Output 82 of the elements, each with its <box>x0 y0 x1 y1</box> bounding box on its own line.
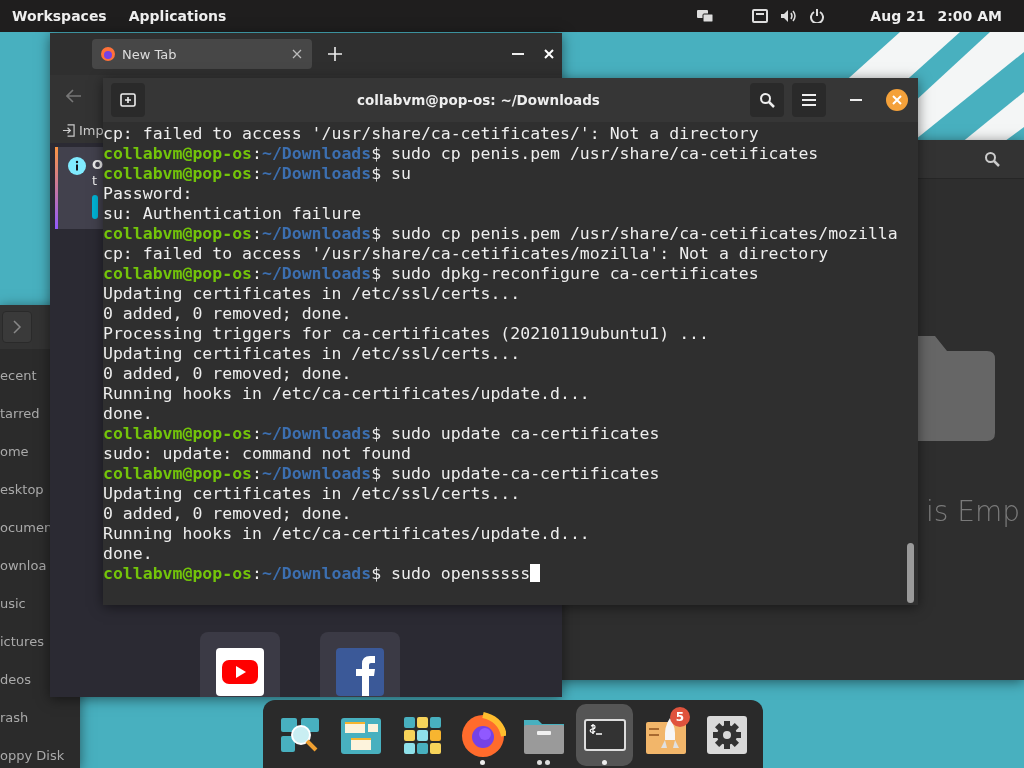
terminal-line: Processing triggers for ca-certificates (20210119ubuntu1) ... <box>103 324 709 344</box>
terminal-line: done. <box>103 404 153 424</box>
terminal-line: collabvm@pop-os:~/Downloads$ sudo dpkg-reconfigure ca-certificates <box>103 264 759 284</box>
close-icon[interactable] <box>544 49 554 59</box>
new-tab-button[interactable] <box>111 83 145 117</box>
search-button[interactable] <box>750 83 784 117</box>
sidebar-item[interactable]: ecent <box>0 365 37 387</box>
chevron-right-icon <box>12 320 22 334</box>
dock-item[interactable] <box>576 704 633 766</box>
search-icon[interactable] <box>984 151 1000 167</box>
sidebar-item[interactable]: ome <box>0 441 29 463</box>
terminal-line: collabvm@pop-os:~/Downloads$ sudo cp penis.pem /usr/share/ca-cetificates/mozilla <box>103 224 898 244</box>
running-dot <box>537 760 542 765</box>
sidebar-item[interactable]: oppy Disk <box>0 745 65 767</box>
sidebar-item[interactable]: deos <box>0 669 31 691</box>
clock-label[interactable]: 2:00 AM <box>937 8 1002 24</box>
terminal-line: cp: failed to access '/usr/share/ca-cetificates/': Not a directory <box>103 124 759 144</box>
dock-item[interactable]: 5 <box>637 704 694 766</box>
terminal-line: Running hooks in /etc/ca-certificates/update.d... <box>103 524 590 544</box>
minimize-icon[interactable] <box>512 52 524 56</box>
menu-button[interactable] <box>792 83 826 117</box>
terminal-line: Updating certificates in /etc/ssl/certs... <box>103 484 521 504</box>
video-play-icon <box>216 648 264 696</box>
terminal-line: 0 added, 0 removed; done. <box>103 364 352 384</box>
panel-menu[interactable]: Workspaces <box>12 8 107 24</box>
window-title: collabvm@pop-os: ~/Downloads <box>356 92 601 108</box>
bookmark-link[interactable]: Imp <box>62 122 104 138</box>
folder-icon <box>915 336 995 441</box>
terminal-line: Running hooks in /etc/ca-certificates/update.d... <box>103 384 590 404</box>
terminal-line: done. <box>103 544 153 564</box>
shortcut-tile[interactable] <box>320 632 400 697</box>
terminal-line: collabvm@pop-os:~/Downloads$ sudo opensssss <box>103 564 541 584</box>
terminal-line: collabvm@pop-os:~/Downloads$ sudo update-ca-certificates <box>103 464 660 484</box>
power-icon[interactable] <box>810 9 825 23</box>
minimize-icon[interactable] <box>850 98 862 102</box>
terminal-line: cp: failed to access '/usr/share/ca-cetificates/mozilla': Not a directory <box>103 244 829 264</box>
running-dot <box>545 760 550 765</box>
terminal-line: collabvm@pop-os:~/Downloads$ sudo cp penis.pem /usr/share/ca-cetificates <box>103 144 819 164</box>
shortcut-tile[interactable] <box>200 632 280 697</box>
menu-icon <box>802 94 816 106</box>
terminal-line: collabvm@pop-os:~/Downloads$ sudo update ca-certificates <box>103 424 660 444</box>
add-tab-icon <box>120 93 136 107</box>
sidebar-item[interactable]: esktop <box>0 479 44 501</box>
terminal-line: sudo: update: command not found <box>103 444 411 464</box>
terminal-line: 0 added, 0 removed; done. <box>103 304 352 324</box>
terminal-line: su: Authentication failure <box>103 204 362 224</box>
info-icon <box>68 157 86 175</box>
notification-button[interactable] <box>92 195 98 219</box>
terminal-line: collabvm@pop-os:~/Downloads$ su <box>103 164 411 184</box>
date-label[interactable]: Aug 21 <box>870 8 926 24</box>
scrollbar[interactable] <box>907 543 914 603</box>
sidebar-item[interactable]: ownloa <box>0 555 47 577</box>
display-icon[interactable] <box>696 8 715 24</box>
empty-folder-text: is Emp <box>926 495 1020 528</box>
terminal-line: Password: <box>103 184 193 204</box>
running-dot <box>602 760 607 765</box>
new-tab-icon[interactable] <box>328 47 342 61</box>
settings-icon <box>705 714 748 756</box>
forward-button[interactable] <box>2 311 32 343</box>
browser-logo-icon <box>459 712 506 758</box>
import-icon <box>62 123 75 137</box>
notification-text: t <box>92 173 98 189</box>
notification-badge: 5 <box>670 707 690 727</box>
social-f-icon <box>336 648 384 696</box>
sidebar-item[interactable]: rash <box>0 707 29 729</box>
terminal-line: Updating certificates in /etc/ssl/certs... <box>103 284 521 304</box>
volume-icon[interactable] <box>780 9 799 23</box>
back-icon[interactable] <box>66 89 82 103</box>
terminal-line: 0 added, 0 removed; done. <box>103 504 352 524</box>
sidebar-item[interactable]: ictures <box>0 631 44 653</box>
sidebar-item[interactable]: usic <box>0 593 26 615</box>
browser-tab[interactable]: New Tab <box>92 39 312 69</box>
close-tab-icon[interactable] <box>292 49 302 59</box>
notification-text: O <box>92 157 104 172</box>
close-icon[interactable] <box>886 89 908 111</box>
terminal-line: Updating certificates in /etc/ssl/certs... <box>103 344 521 364</box>
search-icon <box>759 92 775 108</box>
sidebar-item[interactable]: tarred <box>0 403 40 425</box>
browser-logo-icon <box>100 46 116 62</box>
running-dot <box>480 760 485 765</box>
sidebar-item[interactable]: ocumen <box>0 517 53 539</box>
panel-menu[interactable]: Applications <box>128 8 227 24</box>
